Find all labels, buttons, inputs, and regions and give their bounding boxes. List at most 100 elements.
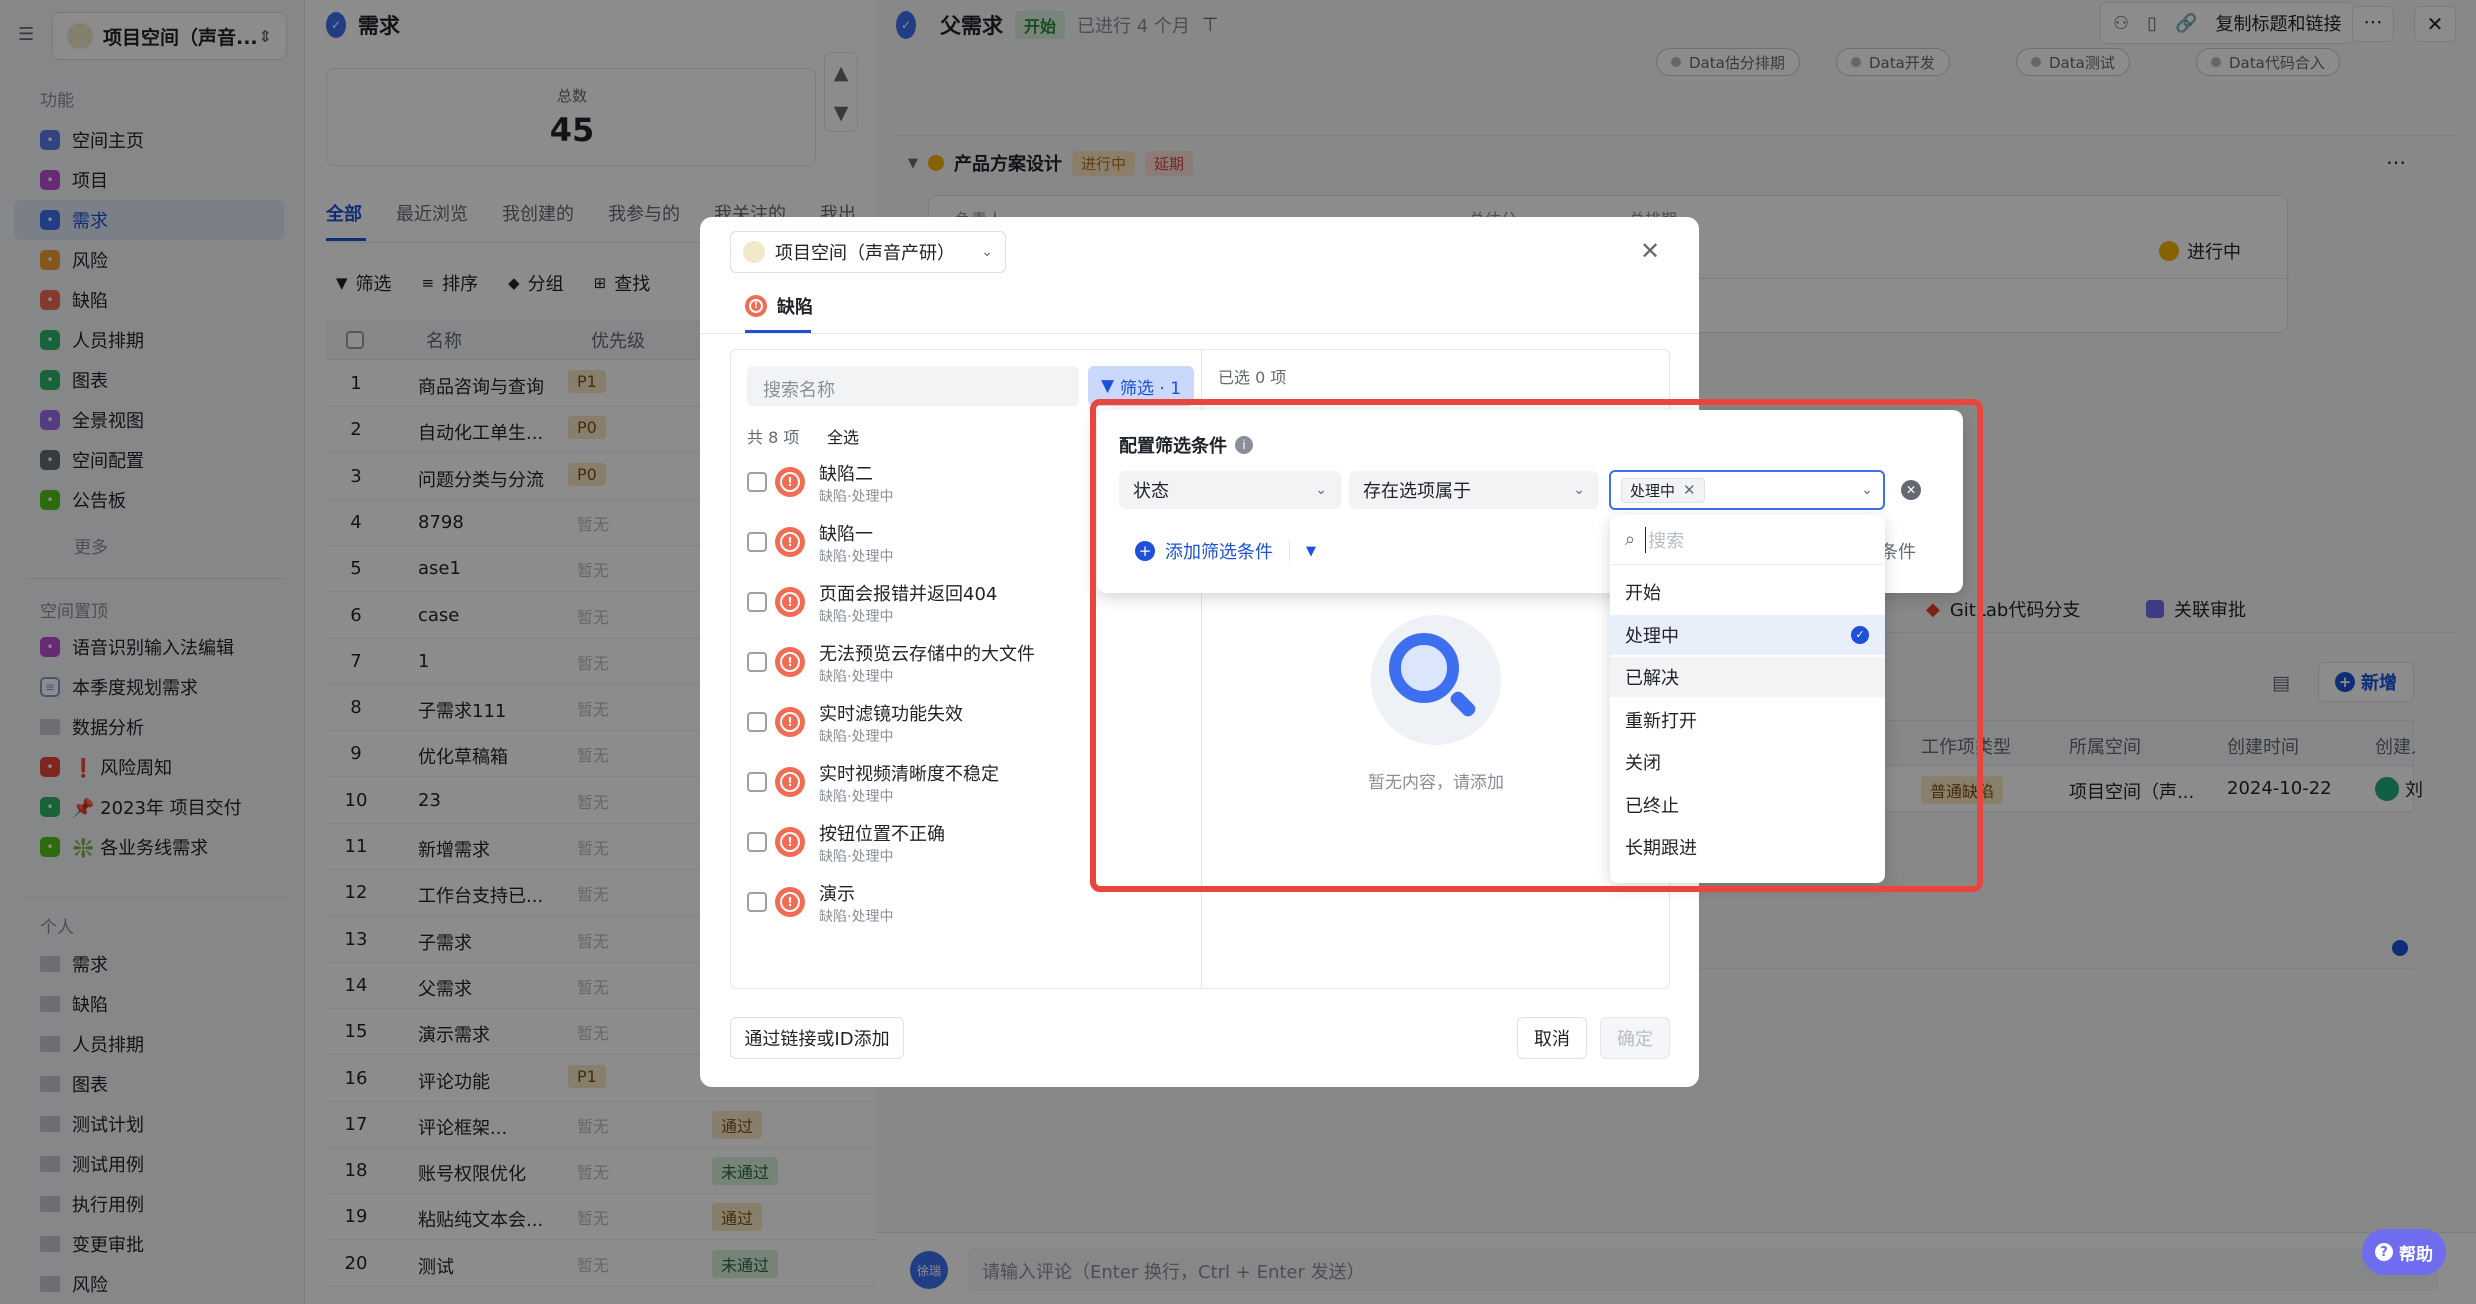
item-subtitle: 缺陷·处理中 — [819, 669, 894, 685]
separator — [1289, 541, 1290, 561]
filter-button[interactable]: ▼ 筛选 · 1 — [1088, 366, 1194, 406]
item-checkbox[interactable] — [747, 892, 767, 912]
cancel-button[interactable]: 取消 — [1517, 1017, 1587, 1059]
item-count: 共 8 项 — [747, 428, 800, 447]
search-placeholder: 搜索名称 — [763, 380, 835, 401]
item-name: 页面会报错并返回404 — [819, 584, 998, 605]
item-checkbox[interactable] — [747, 832, 767, 852]
filter-operator-select[interactable]: 存在选项属于 ⌄ — [1349, 471, 1599, 509]
magnifier-icon — [1389, 633, 1459, 703]
help-icon: ? — [2375, 1243, 2393, 1261]
selected-count: 已选 0 项 — [1218, 368, 1287, 387]
bug-icon: ! — [775, 887, 805, 917]
bug-icon: ! — [775, 587, 805, 617]
add-filter-condition-link[interactable]: 添加筛选条件 — [1165, 538, 1273, 564]
item-subtitle: 缺陷·处理中 — [819, 849, 894, 865]
bug-icon: ! — [775, 767, 805, 797]
item-subtitle: 缺陷·处理中 — [819, 729, 894, 745]
item-checkbox[interactable] — [747, 532, 767, 552]
filter-button-label: 筛选 · 1 — [1120, 378, 1182, 399]
item-name: 演示 — [819, 884, 855, 905]
chip-label: 处理中 — [1630, 481, 1676, 500]
status-options-dropdown: ⌕ 搜索 开始处理中 ✓ 已解决重新打开关闭已终止长期跟进 — [1610, 515, 1885, 883]
item-name: 无法预览云存储中的大文件 — [819, 644, 1035, 665]
list-item[interactable]: ! 实时视频清晰度不稳定缺陷·处理中 — [747, 760, 1187, 816]
chevron-down-icon: ⌄ — [1861, 482, 1873, 498]
chevron-down-icon: ⌄ — [981, 244, 993, 260]
search-icon: ⌕ — [1625, 529, 1636, 550]
dialog-tab-bug[interactable]: 缺陷 — [777, 293, 813, 319]
list-item[interactable]: ! 按钮位置不正确缺陷·处理中 — [747, 820, 1187, 876]
bug-icon: ! — [775, 527, 805, 557]
option-item[interactable]: 处理中 ✓ — [1610, 614, 1885, 655]
item-checkbox[interactable] — [747, 712, 767, 732]
select-all-link[interactable]: 全选 — [827, 424, 859, 448]
item-checkbox[interactable] — [747, 592, 767, 612]
magnifier-handle — [1448, 689, 1478, 719]
list-item[interactable]: ! 实时滤镜功能失效缺陷·处理中 — [747, 700, 1187, 756]
item-subtitle: 缺陷·处理中 — [819, 549, 894, 565]
bug-icon: ! — [775, 467, 805, 497]
filter-title: 配置筛选条件 — [1119, 436, 1227, 457]
filter-field-select[interactable]: 状态 ⌄ — [1119, 471, 1341, 509]
item-subtitle: 缺陷·处理中 — [819, 909, 894, 925]
bug-icon: ! — [745, 295, 767, 317]
filter-field-value: 状态 — [1133, 481, 1169, 502]
filter-icon: ▼ — [1100, 376, 1115, 396]
option-search-input[interactable]: ⌕ 搜索 — [1610, 515, 1885, 565]
filter-operator-value: 存在选项属于 — [1363, 481, 1471, 502]
add-filter-caret-icon[interactable]: ▼ — [1306, 544, 1316, 559]
remove-condition-icon[interactable]: ✕ — [1901, 480, 1921, 500]
chevron-down-icon: ⌄ — [1573, 482, 1585, 498]
filter-value-select[interactable]: 处理中 ✕ ⌄ — [1609, 470, 1885, 510]
item-name: 按钮位置不正确 — [819, 824, 945, 845]
option-label: 已解决 — [1625, 668, 1679, 689]
option-item[interactable]: 已解决 — [1610, 657, 1885, 697]
dialog-workspace-name: 项目空间（声音产研） — [775, 243, 955, 264]
item-name: 缺陷一 — [819, 524, 873, 545]
confirm-button[interactable]: 确定 — [1600, 1017, 1670, 1059]
filter-tail-text: 条件 — [1880, 542, 1916, 563]
list-item[interactable]: ! 演示缺陷·处理中 — [747, 880, 1187, 936]
item-subtitle: 缺陷·处理中 — [819, 609, 894, 625]
item-name: 缺陷二 — [819, 464, 873, 485]
option-label: 开始 — [1625, 583, 1661, 604]
item-subtitle: 缺陷·处理中 — [819, 489, 894, 505]
bug-icon: ! — [775, 707, 805, 737]
selected-chip: 处理中 ✕ — [1621, 477, 1705, 503]
chip-remove-icon[interactable]: ✕ — [1683, 481, 1696, 499]
option-label: 长期跟进 — [1625, 838, 1697, 859]
dialog-workspace-selector[interactable]: 项目空间（声音产研） ⌄ — [730, 231, 1006, 273]
close-icon[interactable]: ✕ — [1640, 237, 1660, 265]
option-item[interactable]: 开始 — [1610, 572, 1885, 612]
empty-text: 暂无内容，请添加 — [1368, 773, 1504, 793]
workspace-avatar-icon — [743, 241, 765, 263]
option-label: 重新打开 — [1625, 710, 1697, 732]
plus-circle-icon: + — [1135, 541, 1155, 561]
add-by-link-button[interactable]: 通过链接或ID添加 — [730, 1017, 904, 1059]
info-icon[interactable]: i — [1235, 436, 1253, 454]
bug-icon: ! — [775, 827, 805, 857]
chevron-down-icon: ⌄ — [1315, 482, 1327, 498]
list-item[interactable]: ! 无法预览云存储中的大文件缺陷·处理中 — [747, 640, 1187, 696]
item-subtitle: 缺陷·处理中 — [819, 789, 894, 805]
option-label: 已终止 — [1625, 795, 1679, 817]
item-checkbox[interactable] — [747, 772, 767, 792]
item-name: 实时视频清晰度不稳定 — [819, 764, 999, 785]
search-name-input[interactable]: 搜索名称 — [747, 366, 1079, 406]
item-name: 实时滤镜功能失效 — [819, 704, 963, 725]
empty-illustration — [1371, 615, 1501, 745]
option-item[interactable]: 重新打开 — [1610, 700, 1885, 740]
divider — [700, 333, 1699, 334]
help-button[interactable]: ? 帮助 — [2362, 1229, 2446, 1275]
option-search-placeholder: 搜索 — [1645, 526, 1684, 553]
option-item[interactable]: 关闭 — [1610, 742, 1885, 782]
bug-icon: ! — [775, 647, 805, 677]
option-item[interactable]: 已终止 — [1610, 785, 1885, 825]
check-icon: ✓ — [1851, 625, 1869, 644]
help-label: 帮助 — [2399, 1244, 2433, 1265]
item-checkbox[interactable] — [747, 652, 767, 672]
option-item[interactable]: 长期跟进 — [1610, 827, 1885, 867]
item-checkbox[interactable] — [747, 472, 767, 492]
option-label: 处理中 — [1625, 625, 1679, 647]
